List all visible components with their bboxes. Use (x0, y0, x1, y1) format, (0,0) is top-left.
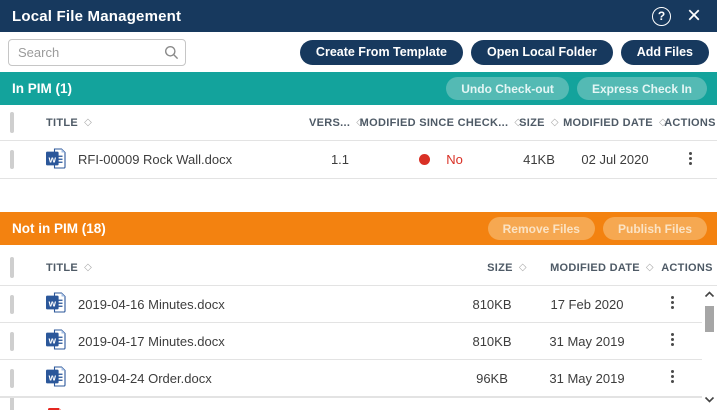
file-size: 41KB (511, 152, 567, 167)
file-modified-date: 31 May 2019 (532, 371, 642, 386)
file-title: 2019-04-16 Minutes.docx (78, 297, 225, 312)
file-modified-date: 31 May 2019 (532, 334, 642, 349)
table-row: w 2019-04-16 Minutes.docx 810KB 17 Feb 2… (0, 286, 702, 323)
svg-text:w: w (48, 298, 57, 309)
file-modified-date: 17 Feb 2020 (532, 297, 642, 312)
scroll-down-icon[interactable] (704, 390, 715, 408)
kebab-menu-icon[interactable] (665, 365, 680, 388)
file-title: RFI-00009 Rock Wall.docx (78, 152, 232, 167)
column-header-size[interactable]: SIZE ◇ (511, 117, 567, 129)
select-all-checkbox[interactable] (10, 257, 14, 278)
column-header-title[interactable]: TITLE ◇ (46, 262, 467, 274)
toolbar: Create From Template Open Local Folder A… (0, 32, 717, 72)
table-row: w 2019-04-17 Minutes.docx 810KB 31 May 2… (0, 323, 702, 360)
publish-files-button[interactable]: Publish Files (603, 217, 707, 240)
svg-text:w: w (48, 154, 57, 165)
not-in-pim-table-header: TITLE ◇ SIZE ◇ MODIFIED DATE ◇ ACTIONS (0, 250, 717, 286)
not-in-pim-section-bar: Not in PIM (18) Remove Files Publish Fil… (0, 212, 717, 245)
vertical-scrollbar (702, 286, 717, 410)
in-pim-table-header: TITLE ◇ VERS... ◇ MODIFIED SINCE CHECK..… (0, 105, 717, 141)
table-row: w RFI-00009 Rock Wall.docx 1.1 No 41KB 0… (0, 141, 717, 179)
table-row: w 2019-04-24 Order.docx 96KB 31 May 2019 (0, 360, 702, 397)
section-gap (0, 179, 717, 212)
close-icon[interactable]: × (687, 6, 701, 26)
create-from-template-button[interactable]: Create From Template (300, 40, 463, 65)
express-checkin-button[interactable]: Express Check In (577, 77, 707, 100)
sort-icon[interactable]: ◇ (551, 117, 559, 128)
sort-icon[interactable]: ◇ (519, 262, 527, 273)
kebab-menu-icon[interactable] (683, 147, 698, 170)
file-size: 810KB (452, 297, 532, 312)
in-pim-title: In PIM (1) (12, 81, 72, 96)
undo-checkout-button[interactable]: Undo Check-out (446, 77, 569, 100)
column-header-modified-date[interactable]: MODIFIED DATE ◇ (547, 262, 657, 274)
file-title: 2019-04-24 Order.docx (78, 371, 212, 386)
remove-files-button[interactable]: Remove Files (488, 217, 595, 240)
status-dot-icon (419, 154, 430, 165)
file-size: 810KB (452, 334, 532, 349)
svg-text:w: w (48, 335, 57, 346)
search-icon (164, 45, 179, 65)
sort-icon[interactable]: ◇ (84, 262, 92, 273)
column-header-actions: ACTIONS (663, 117, 717, 129)
kebab-menu-icon[interactable] (665, 328, 680, 351)
row-checkbox[interactable] (10, 150, 14, 169)
column-header-actions: ACTIONS (657, 262, 717, 274)
word-file-icon: w (46, 292, 66, 316)
search-input[interactable] (8, 39, 186, 66)
word-file-icon: w (46, 148, 66, 172)
word-file-icon: w (46, 329, 66, 353)
sort-icon[interactable]: ◇ (646, 262, 654, 273)
file-version: 1.1 (309, 152, 371, 167)
select-all-checkbox[interactable] (10, 112, 14, 133)
row-checkbox[interactable] (10, 369, 14, 388)
open-local-folder-button[interactable]: Open Local Folder (471, 40, 613, 65)
file-title: 2019-04-17 Minutes.docx (78, 334, 225, 349)
add-files-button[interactable]: Add Files (621, 40, 709, 65)
svg-text:w: w (48, 372, 57, 383)
row-checkbox[interactable] (10, 332, 14, 351)
not-in-pim-title: Not in PIM (18) (12, 221, 106, 236)
help-icon[interactable]: ? (652, 7, 671, 26)
file-size: 96KB (452, 371, 532, 386)
dialog-header: Local File Management ? × (0, 0, 717, 32)
column-header-modified-date[interactable]: MODIFIED DATE ◇ (567, 117, 663, 129)
not-in-pim-rows-viewport: w 2019-04-16 Minutes.docx 810KB 17 Feb 2… (0, 286, 717, 410)
word-file-icon: w (46, 366, 66, 390)
column-header-modified-since[interactable]: MODIFIED SINCE CHECK... ◇ (371, 117, 511, 129)
row-checkbox[interactable] (10, 295, 14, 314)
page-title: Local File Management (12, 8, 181, 25)
kebab-menu-icon[interactable] (665, 291, 680, 314)
column-header-size[interactable]: SIZE ◇ (467, 262, 547, 274)
in-pim-section-bar: In PIM (1) Undo Check-out Express Check … (0, 72, 717, 105)
file-modified-date: 02 Jul 2020 (567, 152, 663, 167)
sort-icon[interactable]: ◇ (84, 117, 92, 128)
modified-since-checkout-value: No (446, 152, 463, 167)
scrollbar-thumb[interactable] (705, 306, 714, 332)
scroll-up-icon[interactable] (704, 286, 715, 303)
column-header-title[interactable]: TITLE ◇ (46, 117, 309, 129)
